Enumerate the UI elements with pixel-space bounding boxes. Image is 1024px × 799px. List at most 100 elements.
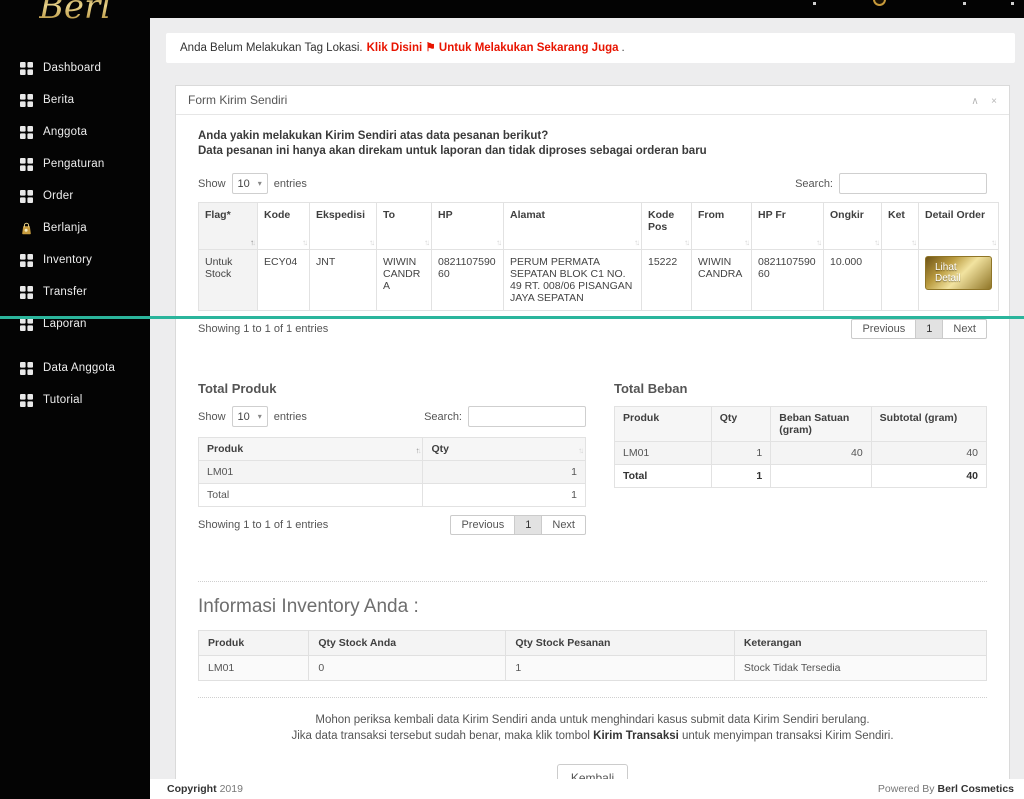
tag-lokasi-alert: Anda Belum Melakukan Tag Lokasi. Klik Dis… — [166, 33, 1015, 63]
table-header-row: Produk ↑↓ Qty ↑↓ — [197, 437, 586, 461]
sort-icon: ↑↓ — [424, 238, 430, 247]
next-button[interactable]: Next — [943, 319, 987, 339]
col-ongkir[interactable]: Ongkir ↑↓ — [823, 202, 882, 250]
sort-icon: ↑↓ — [911, 238, 917, 247]
sort-icon: ↑↓ — [496, 238, 502, 247]
powered-by-text: Powered By Berl Cosmetics — [878, 783, 1014, 795]
grid-icon — [20, 361, 33, 375]
sidebar: Berl Dashboard Berita Anggota Pengaturan… — [0, 0, 150, 799]
col-hp-fr[interactable]: HP Fr ↑↓ — [751, 202, 824, 250]
previous-button[interactable]: Previous — [851, 319, 917, 339]
divider — [198, 581, 987, 582]
grid-icon — [20, 253, 33, 267]
sidebar-item-label: Berita — [43, 94, 75, 106]
page-1-button[interactable]: 1 — [515, 515, 543, 535]
col-ket[interactable]: Ket ↑↓ — [881, 202, 919, 250]
sidebar-item-tutorial[interactable]: Tutorial — [0, 384, 150, 416]
sidebar-item-berita[interactable]: Berita — [0, 84, 150, 116]
search-label: Search: — [795, 177, 833, 190]
lihat-detail-button[interactable]: Lihat Detail — [925, 256, 992, 290]
sort-icon: ↑↓ — [874, 238, 880, 247]
sidebar-item-data-anggota[interactable]: Data Anggota — [0, 352, 150, 384]
sidebar-item-order[interactable]: Order — [0, 180, 150, 212]
total-produk-controls: Show 10 ▾ entries Search: — [198, 406, 586, 427]
sidebar-item-transfer[interactable]: Transfer — [0, 276, 150, 308]
grid-icon — [20, 61, 33, 75]
cell-qty: 1 — [710, 464, 772, 488]
brand-logo: Berl — [0, 0, 150, 26]
col-alamat[interactable]: Alamat ↑↓ — [503, 202, 642, 250]
sidebar-item-label: Data Anggota — [43, 362, 116, 374]
chevron-down-icon: ▾ — [257, 179, 262, 188]
cell-qty: 1 — [422, 483, 586, 507]
panel-title: Form Kirim Sendiri — [188, 93, 288, 107]
sidebar-item-inventory[interactable]: Inventory — [0, 244, 150, 276]
col-to[interactable]: To ↑↓ — [376, 202, 432, 250]
showing-info: Showing 1 to 1 of 1 entries — [198, 519, 329, 531]
cell-hp: 082110759060 — [431, 249, 504, 311]
inventory-title: Informasi Inventory Anda : — [198, 596, 419, 617]
cell-kode: ECY04 — [257, 249, 310, 311]
col-flag[interactable]: Flag* ↑↓ — [198, 202, 258, 250]
col-qty[interactable]: Qty ↑↓ — [422, 437, 586, 461]
cell-hp-fr: 082110759060 — [751, 249, 824, 311]
confirm-line-2: Data pesanan ini hanya akan direkam untu… — [198, 145, 707, 157]
sort-icon: ↑↓ — [369, 238, 375, 247]
col-from[interactable]: From ↑↓ — [691, 202, 752, 250]
col-produk: Produk — [614, 406, 712, 442]
entries-label: entries — [273, 410, 307, 423]
sort-icon: ↑↓ — [302, 238, 308, 247]
page-length-select[interactable]: 10 ▾ — [231, 173, 268, 194]
alert-link[interactable]: Klik Disini ⚑ Untuk Melakukan Sekarang J… — [367, 42, 619, 54]
sidebar-item-pengaturan[interactable]: Pengaturan — [0, 148, 150, 180]
total-produk-section: Total Produk Show 10 ▾ entries Search: P… — [197, 381, 586, 535]
collapse-icon[interactable]: ∧ — [971, 96, 978, 107]
sidebar-item-label: Anggota — [43, 126, 88, 138]
page-1-button[interactable]: 1 — [916, 319, 944, 339]
sidebar-item-label: Dashboard — [43, 62, 102, 74]
sidebar-nav: Dashboard Berita Anggota Pengaturan Orde… — [0, 52, 150, 416]
col-detail-order[interactable]: Detail Order ↑↓ — [918, 202, 999, 250]
col-keterangan: Keterangan — [733, 630, 988, 656]
topbar-gold-icon[interactable] — [873, 0, 886, 6]
table-row-total: Total 1 — [197, 483, 586, 507]
col-produk: Produk — [197, 630, 310, 656]
sidebar-item-dashboard[interactable]: Dashboard — [0, 52, 150, 84]
sidebar-item-label: Berlanja — [43, 222, 87, 234]
col-kode-pos[interactable]: Kode Pos ↑↓ — [641, 202, 692, 250]
cell-qty-stock-pesanan: 1 — [505, 655, 735, 681]
col-produk[interactable]: Produk ↑↓ — [197, 437, 424, 461]
total-beban-section: Total Beban Produk Qty Beban Satuan (gra… — [614, 381, 988, 535]
sort-asc-icon: ↑↓ — [250, 238, 256, 247]
close-icon[interactable]: × — [991, 96, 997, 107]
col-kode[interactable]: Kode ↑↓ — [257, 202, 310, 250]
sidebar-item-label: Tutorial — [43, 394, 83, 406]
cell-produk: LM01 — [197, 460, 424, 484]
cell-qty-stock-anda: 0 — [308, 655, 507, 681]
grid-icon — [20, 189, 33, 203]
sidebar-item-laporan[interactable]: Laporan — [0, 308, 150, 340]
col-hp[interactable]: HP ↑↓ — [431, 202, 504, 250]
search-input[interactable] — [468, 406, 586, 427]
panel-body: Anda yakin melakukan Kirim Sendiri atas … — [176, 115, 1009, 792]
next-button[interactable]: Next — [542, 515, 586, 535]
col-qty-stock-anda: Qty Stock Anda — [308, 630, 507, 656]
topbar — [150, 0, 1024, 18]
sidebar-item-label: Laporan — [43, 318, 87, 330]
col-subtotal: Subtotal (gram) — [870, 406, 988, 442]
table-header-row: Flag* ↑↓ Kode ↑↓ Ekspedisi ↑↓ To ↑↓ HP ↑↓ Ala… — [198, 202, 999, 250]
chevron-down-icon: ▾ — [257, 412, 262, 421]
cell-kode-pos: 15222 — [641, 249, 692, 311]
sidebar-item-berlanja[interactable]: Berlanja — [0, 212, 150, 244]
sidebar-item-anggota[interactable]: Anggota — [0, 116, 150, 148]
table-row: Untuk Stock ECY04 JNT WIWIN CANDRA 08211… — [198, 249, 999, 311]
brand-logo-text: Berl — [39, 0, 111, 24]
inventory-table: Produk Qty Stock Anda Qty Stock Pesanan … — [197, 630, 988, 681]
sort-icon: ↑↓ — [744, 238, 750, 247]
col-ekspedisi[interactable]: Ekspedisi ↑↓ — [309, 202, 377, 250]
grid-icon — [20, 93, 33, 107]
previous-button[interactable]: Previous — [450, 515, 516, 535]
sort-icon: ↑↓ — [684, 238, 690, 247]
page-length-select[interactable]: 10 ▾ — [231, 406, 268, 427]
search-input[interactable] — [839, 173, 987, 194]
